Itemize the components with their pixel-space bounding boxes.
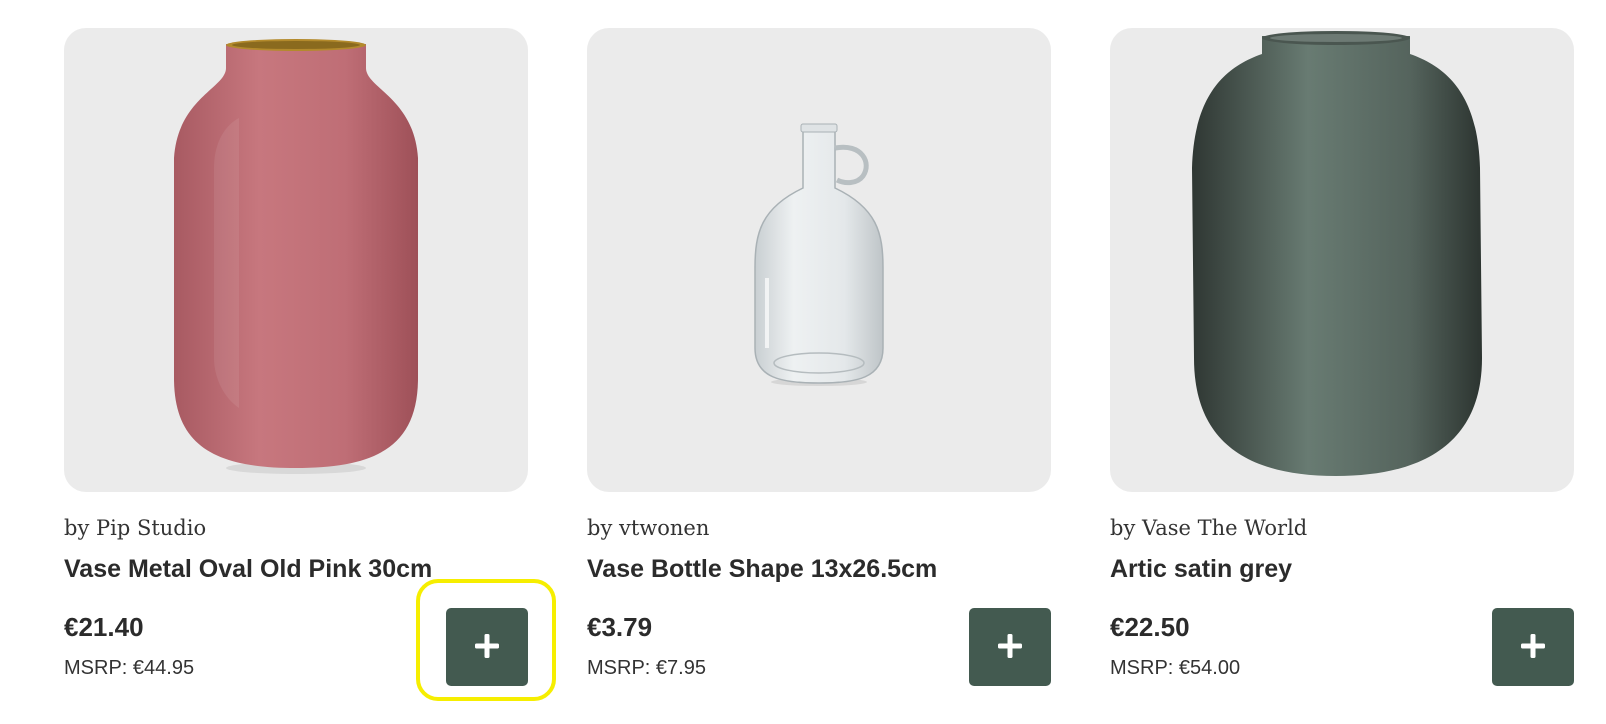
product-price: €3.79 [587, 612, 653, 642]
grey-vase-illustration [1192, 31, 1482, 476]
product-card: by vtwonen Vase Bottle Shape 13x26.5cm €… [587, 28, 1051, 688]
pink-vase-illustration [174, 39, 418, 474]
add-to-cart-button[interactable] [969, 608, 1051, 686]
product-msrp: MSRP: €7.95 [587, 657, 706, 679]
price-row: €22.50 MSRP: €54.00 [1110, 608, 1574, 688]
price-row: €3.79 MSRP: €7.95 [587, 608, 1051, 688]
product-title[interactable]: Vase Metal Oval Old Pink 30cm [64, 554, 528, 584]
glass-bottle-illustration [754, 123, 884, 386]
product-image-grey-vase[interactable] [1110, 28, 1574, 492]
plus-icon [1521, 634, 1545, 658]
product-card: by Pip Studio Vase Metal Oval Old Pink 3… [64, 28, 528, 688]
product-brand: by vtwonen [587, 516, 710, 540]
product-image-pink-vase[interactable] [64, 28, 528, 492]
product-title[interactable]: Vase Bottle Shape 13x26.5cm [587, 554, 1051, 584]
product-image-glass-bottle[interactable] [587, 28, 1051, 492]
product-brand: by Pip Studio [64, 516, 207, 540]
product-title[interactable]: Artic satin grey [1110, 554, 1574, 584]
product-msrp: MSRP: €44.95 [64, 657, 195, 679]
price-row: €21.40 MSRP: €44.95 [64, 608, 528, 688]
add-to-cart-button[interactable] [446, 608, 528, 686]
add-to-cart-button[interactable] [1492, 608, 1574, 686]
product-grid: by Pip Studio Vase Metal Oval Old Pink 3… [0, 0, 1606, 724]
plus-icon [475, 634, 499, 658]
product-price: €21.40 [64, 612, 144, 642]
product-card: by Vase The World Artic satin grey €22.5… [1110, 28, 1574, 688]
product-price: €22.50 [1110, 612, 1190, 642]
plus-icon [998, 634, 1022, 658]
product-brand: by Vase The World [1110, 516, 1308, 540]
product-msrp: MSRP: €54.00 [1110, 657, 1241, 679]
